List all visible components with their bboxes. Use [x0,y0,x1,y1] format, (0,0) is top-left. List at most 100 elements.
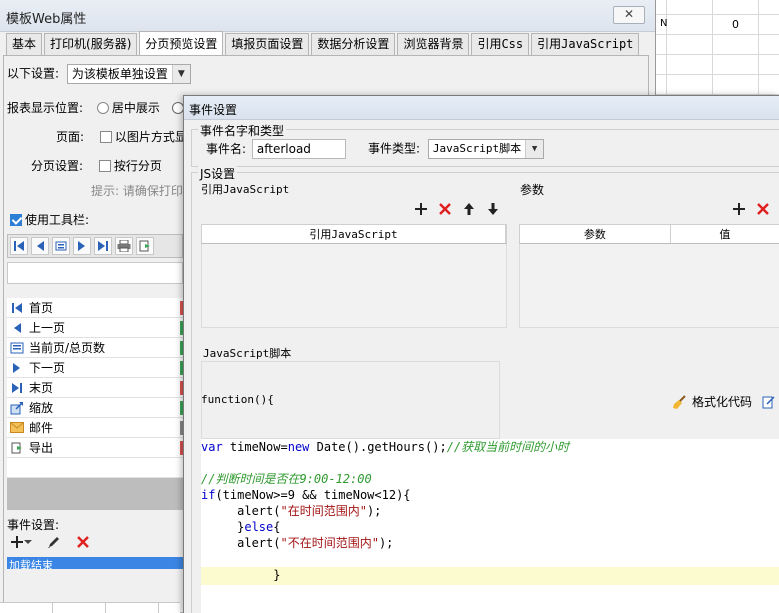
event-type-select[interactable]: JavaScript脚本 ▼ [427,139,545,159]
tab-printer[interactable]: 打印机(服务器) [44,33,138,55]
props-window-title: 模板Web属性 [6,12,87,27]
paging-row: 分页设置: 按行分页 [31,157,162,174]
plus-icon [11,536,23,548]
javascript-code-editor[interactable]: var timeNow=new Date().getHours();//获取当前… [201,439,779,613]
format-code-label: 格式化代码 [692,395,753,409]
list-item-page-count[interactable]: 当前页/总页数 [7,338,183,358]
list-item-export[interactable]: 导出 [7,438,183,458]
list-item-prev-page[interactable]: 上一页 [7,318,183,338]
code-comment: //获取当前时间的小时 [446,440,570,454]
position-label: 报表显示位置: [7,101,84,115]
tab-browser-background[interactable]: 浏览器背景 [397,33,470,55]
event-settings-dialog: 事件设置 事件名字和类型 事件名: afterload 事件类型: JavaSc… [183,95,779,613]
dialog-title: 事件设置 [189,103,238,117]
event-name-row: 事件名: afterload [206,139,346,159]
event-list-selected-item[interactable]: 加载结束 [7,557,183,569]
code-line-6: }else{ [201,520,281,534]
page-row: 页面: 以图片方式显 [56,128,187,145]
event-name-input[interactable]: afterload [251,139,346,159]
sheet-cell-label[interactable]: N [660,18,667,29]
params-table-header: 参数 值 [519,224,779,244]
prev-page-icon [9,321,25,335]
list-item-mail[interactable]: 邮件 [7,418,183,438]
ref-js-label: 引用JavaScript [201,183,290,196]
button-list-footer [7,478,183,510]
paging-row-label: 按行分页 [113,159,162,173]
mail-icon [9,421,25,435]
code-line-5: alert("在时间范围内"); [201,504,382,518]
plus-icon[interactable] [732,202,746,216]
first-page-icon [9,301,25,315]
code-line-7: alert("不在时间范围内"); [201,536,394,550]
code-line-3: //判断时间是否在9:00-12:00 [201,471,779,487]
tab-javascript[interactable]: 引用JavaScript [531,33,640,55]
code-keyword: else [244,520,274,534]
tab-basic[interactable]: 基本 [6,33,43,55]
edit-document-icon[interactable] [762,395,776,409]
code-string: "在时间范围内" [280,504,367,518]
position-radio-center[interactable]: 居中展示 [96,101,160,115]
ref-js-column-header[interactable]: 引用JavaScript [202,225,506,243]
plus-icon[interactable] [414,202,428,216]
list-item-first-page[interactable]: 首页 [7,298,183,318]
toolbar-button-list: 首页 上一页 当前页/总页数 下一页 末页 缩放 邮件 导出 [7,298,183,458]
delete-icon[interactable] [438,202,452,216]
settings-select-value: 为该模板单独设置 [71,67,168,81]
list-item-last-page[interactable]: 末页 [7,378,183,398]
params-label: 参数 [520,183,545,197]
edit-icon[interactable] [46,534,62,550]
checkbox-icon [99,131,112,143]
print-icon[interactable] [115,237,133,255]
list-item-next-page[interactable]: 下一页 [7,358,183,378]
value-column-header[interactable]: 值 [671,225,779,243]
paging-row-checkbox[interactable]: 按行分页 [98,159,162,173]
page-count-icon[interactable] [52,237,70,255]
checkbox-icon [98,160,111,172]
first-page-icon[interactable] [10,237,28,255]
tab-css[interactable]: 引用Css [471,33,530,55]
settings-row: 以下设置: 为该模板单独设置 ▼ [7,64,191,84]
last-page-icon[interactable] [94,237,112,255]
position-row: 报表显示位置: 居中展示 [7,99,187,116]
page-label: 页面: [56,130,85,144]
tab-fill-page[interactable]: 填报页面设置 [225,33,310,55]
delete-icon[interactable] [76,535,90,549]
list-item-zoom[interactable]: 缩放 [7,398,183,418]
list-item-label: 末页 [29,381,54,395]
tab-page-preview[interactable]: 分页预览设置 [139,31,224,55]
ref-js-table-body[interactable] [201,244,507,328]
use-toolbar-checkbox[interactable]: 使用工具栏: [10,211,89,228]
list-item-label: 上一页 [29,321,66,335]
settings-select[interactable]: 为该模板单独设置 ▼ [66,64,191,84]
arrow-down-icon[interactable] [486,202,500,216]
next-page-icon[interactable] [73,237,91,255]
prev-page-icon[interactable] [31,237,49,255]
function-header: function(){ [201,393,274,406]
paging-label: 分页设置: [31,159,84,173]
add-event-button[interactable] [10,535,32,549]
list-item-label: 首页 [29,301,54,315]
props-titlebar: 模板Web属性 ✕ [0,0,655,32]
tab-data-analysis[interactable]: 数据分析设置 [311,33,396,55]
print-hint: 提示: 请确保打印 [91,184,183,198]
sheet-cell-value[interactable]: 0 [732,18,739,31]
arrow-up-icon[interactable] [462,202,476,216]
export-icon[interactable] [136,237,154,255]
ref-js-toolbar [414,202,500,216]
button-list-empty-row [7,458,183,478]
params-table-body[interactable] [519,244,779,328]
delete-icon[interactable] [756,202,770,216]
format-code-button[interactable]: 格式化代码 [672,393,776,410]
param-column-header[interactable]: 参数 [520,225,671,243]
page-image-label: 以图片方式显 [114,130,187,144]
list-item-label: 下一页 [29,361,66,375]
position-radio-label: 居中展示 [111,101,160,115]
props-close-button[interactable]: ✕ [613,6,645,24]
page-image-checkbox[interactable]: 以图片方式显 [99,130,187,144]
event-toolbar [10,534,90,550]
code-line-4: if(timeNow>=9 && timeNow<12){ [201,488,411,502]
radio-icon [96,102,109,114]
props-tabs: 基本 打印机(服务器) 分页预览设置 填报页面设置 数据分析设置 浏览器背景 引… [6,31,641,55]
